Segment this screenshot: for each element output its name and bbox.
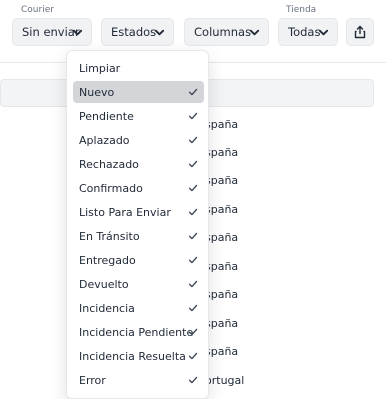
country-cell: spaña [205,345,239,358]
status-option-label: Pendiente [79,109,134,123]
checkmark-icon [188,280,198,288]
columnas-value: Columnas [194,25,252,39]
status-option-label: Listo Para Enviar [79,205,171,219]
country-cell: spaña [205,317,239,330]
country-cell: spaña [205,174,239,187]
toolbar: Courier Sin enviar Estados Columnas Tien… [0,0,386,52]
checkmark-icon [188,352,198,360]
clear-filter-label: Limpiar [79,61,121,75]
courier-label: Courier [21,5,54,15]
status-option-label: Aplazado [79,133,130,147]
checkmark-icon [188,208,198,216]
status-option-incidencia-pendiente[interactable]: Incidencia Pendiente [73,321,204,343]
status-option-label: En Tránsito [79,229,140,243]
status-option-en-transito[interactable]: En Tránsito [73,225,204,247]
status-option-label: Error [79,373,106,387]
status-option-label: Nuevo [79,85,115,99]
status-option-error[interactable]: Error [73,369,204,391]
status-option-listo-para-enviar[interactable]: Listo Para Enviar [73,201,204,223]
checkmark-icon [188,232,198,240]
status-option-label: Confirmado [79,181,143,195]
status-option-incidencia[interactable]: Incidencia [73,297,204,319]
chevron-down-icon [72,29,83,36]
tienda-value: Todas [288,25,321,39]
checkmark-icon [188,136,198,144]
checkmark-icon [188,112,198,120]
status-option-incidencia-resuelta[interactable]: Incidencia Resuelta [73,345,204,367]
estados-value: Estados [111,25,157,39]
estados-dropdown-menu: Limpiar Nuevo Pendiente Aplazado Rechaza… [66,50,209,399]
checkmark-icon [188,184,198,192]
country-cell: ortugal [205,374,245,387]
tienda-select[interactable]: Todas [278,18,338,46]
checkmark-icon [188,88,198,96]
courier-select[interactable]: Sin enviar [12,18,92,46]
tienda-label: Tienda [286,5,317,15]
status-option-label: Rechazado [79,157,139,171]
status-option-label: Incidencia Resuelta [79,349,186,363]
status-option-confirmado[interactable]: Confirmado [73,177,204,199]
country-cell: spaña [205,146,239,159]
status-option-label: Devuelto [79,277,129,291]
checkmark-icon [188,376,198,384]
columnas-select[interactable]: Columnas [184,18,269,46]
chevron-down-icon [154,29,165,36]
checkmark-icon [188,160,198,168]
status-option-pendiente[interactable]: Pendiente [73,105,204,127]
share-upload-icon [354,25,366,39]
country-cell: spaña [205,118,239,131]
country-cell: spaña [205,203,239,216]
status-option-label: Incidencia Pendiente [79,325,194,339]
status-option-nuevo[interactable]: Nuevo [73,81,204,103]
checkmark-icon [188,328,198,336]
country-cell: spaña [205,231,239,244]
checkmark-icon [188,304,198,312]
courier-value: Sin enviar [22,25,80,39]
status-option-devuelto[interactable]: Devuelto [73,273,204,295]
country-cell: spaña [205,288,239,301]
clear-filter-item[interactable]: Limpiar [73,57,204,79]
export-button[interactable] [346,18,374,46]
status-option-label: Entregado [79,253,136,267]
estados-select[interactable]: Estados [101,18,174,46]
status-option-label: Incidencia [79,301,135,315]
status-option-aplazado[interactable]: Aplazado [73,129,204,151]
chevron-down-icon [318,29,329,36]
status-option-rechazado[interactable]: Rechazado [73,153,204,175]
country-cell: spaña [205,260,239,273]
chevron-down-icon [249,29,260,36]
checkmark-icon [188,256,198,264]
status-option-entregado[interactable]: Entregado [73,249,204,271]
